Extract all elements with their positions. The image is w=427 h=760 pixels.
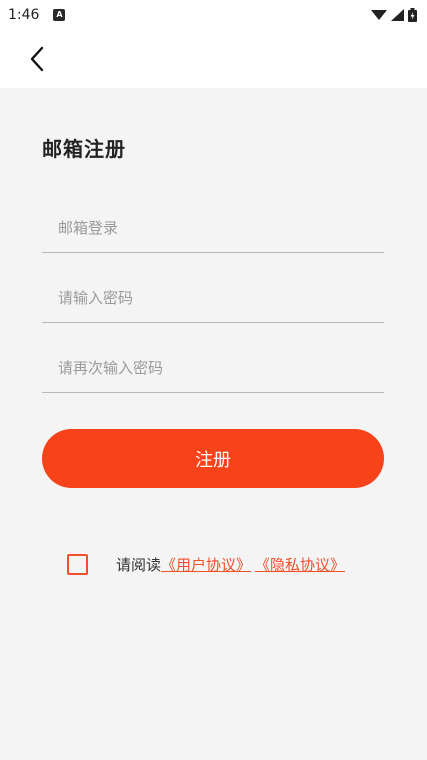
privacy-agreement-link[interactable]: 《隐私协议》 bbox=[255, 554, 345, 575]
battery-icon bbox=[408, 8, 417, 22]
user-agreement-link[interactable]: 《用户协议》 bbox=[161, 554, 251, 575]
top-header: 1:46 A bbox=[0, 0, 427, 88]
status-time: 1:46 bbox=[8, 7, 40, 23]
back-button[interactable] bbox=[24, 42, 52, 76]
email-field-wrapper bbox=[42, 203, 384, 253]
signal-icon bbox=[391, 9, 404, 21]
status-bar: 1:46 A bbox=[0, 0, 427, 30]
password-field-wrapper bbox=[42, 273, 384, 323]
page-title: 邮箱注册 bbox=[42, 137, 126, 161]
status-left: 1:46 A bbox=[8, 7, 66, 23]
wifi-icon bbox=[371, 10, 387, 20]
email-input[interactable] bbox=[42, 203, 384, 252]
agreement-checkbox[interactable] bbox=[67, 553, 88, 575]
agreement-prefix: 请阅读 bbox=[116, 555, 162, 574]
agreement-row: 请阅读 《用户协议》 《隐私协议》 bbox=[67, 552, 345, 576]
notification-icon: A bbox=[53, 9, 66, 21]
confirm-password-input[interactable] bbox=[42, 343, 384, 392]
register-button[interactable]: 注册 bbox=[42, 429, 384, 488]
password-input[interactable] bbox=[42, 273, 384, 322]
confirm-password-field-wrapper bbox=[42, 343, 384, 393]
chevron-left-icon bbox=[30, 46, 44, 72]
status-icons bbox=[371, 8, 417, 22]
